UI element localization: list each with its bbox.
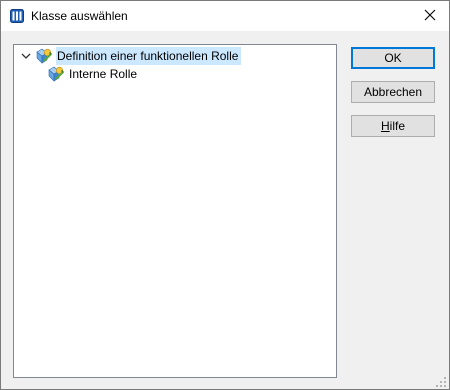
- cancel-button[interactable]: Abbrechen: [351, 81, 435, 103]
- tree-node-label[interactable]: Definition einer funktionellen Rolle: [56, 47, 242, 65]
- help-label-rest: ilfe: [389, 119, 405, 133]
- help-mnemonic: H: [380, 119, 390, 133]
- resize-grip-icon[interactable]: [436, 376, 446, 387]
- help-button[interactable]: Hilfe: [351, 115, 435, 137]
- select-class-dialog: Klasse auswählen Definition einer funkti…: [0, 0, 450, 390]
- class-tree[interactable]: Definition einer funktionellen Rolle Int…: [13, 44, 337, 378]
- tree-node-internal-role[interactable]: Interne Rolle: [47, 65, 140, 83]
- chevron-down-icon[interactable]: [19, 50, 32, 63]
- role-class-icon: [47, 66, 65, 82]
- role-class-icon: [35, 48, 53, 64]
- close-button[interactable]: [411, 1, 449, 31]
- dialog-title: Klasse auswählen: [31, 9, 128, 23]
- tree-node-label[interactable]: Interne Rolle: [68, 65, 140, 83]
- window-icon: [10, 9, 24, 23]
- tree-node-functional-role[interactable]: Definition einer funktionellen Rolle: [19, 47, 242, 65]
- title-bar[interactable]: Klasse auswählen: [1, 1, 449, 31]
- ok-button[interactable]: OK: [351, 47, 435, 69]
- close-icon: [424, 9, 436, 24]
